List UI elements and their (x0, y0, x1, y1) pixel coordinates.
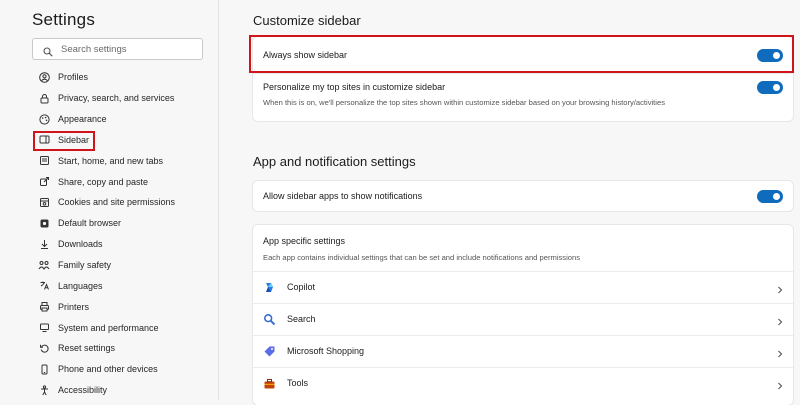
lock-icon (38, 92, 50, 104)
sidebar-item-label: Share, copy and paste (58, 176, 149, 187)
sidebar-item-sidebar[interactable]: Sidebar (33, 130, 219, 151)
app-row-search[interactable]: Search (253, 303, 793, 335)
sidebar-item-label: Privacy, search, and services (58, 93, 175, 104)
allow-notifications-row: Allow sidebar apps to show notifications (253, 181, 793, 211)
settings-nav: Profiles Privacy, search, and services A… (33, 67, 219, 401)
main-content: Customize sidebar Always show sidebar Pe… (220, 0, 800, 405)
sidebar-item-start-home[interactable]: Start, home, and new tabs (38, 150, 219, 171)
allow-notifications-toggle[interactable] (757, 190, 783, 203)
sidebar-item-downloads[interactable]: Downloads (38, 234, 219, 255)
app-specific-settings-card: App specific settings Each app contains … (253, 225, 793, 405)
sidebar-item-label: Accessibility (58, 385, 108, 396)
sidebar-item-label: Profiles (58, 72, 89, 83)
personalize-top-sites-description: When this is on, we'll personalize the t… (263, 98, 666, 107)
cookie-icon (38, 196, 50, 208)
sidebar-item-languages[interactable]: Languages (38, 275, 219, 296)
home-icon (38, 155, 50, 167)
sidebar-item-system[interactable]: System and performance (38, 317, 219, 338)
palette-icon (38, 113, 50, 125)
download-icon (38, 238, 50, 250)
family-icon (38, 259, 50, 271)
sidebar-item-label: Languages (58, 280, 103, 291)
sidebar-item-label: Cookies and site permissions (58, 197, 176, 208)
sidebar-item-appearance[interactable]: Appearance (38, 109, 219, 130)
app-name: Search (287, 314, 316, 324)
chevron-right-icon (775, 314, 785, 326)
app-row-copilot[interactable]: Copilot (253, 271, 793, 303)
highlight-box (33, 130, 95, 151)
settings-sidebar: Settings Search settings Profiles Privac… (0, 0, 219, 400)
search-icon (263, 313, 276, 326)
browser-icon (38, 217, 50, 229)
sidebar-item-default-browser[interactable]: Default browser (38, 213, 219, 234)
reset-icon (38, 342, 50, 354)
sidebar-item-privacy[interactable]: Privacy, search, and services (38, 88, 219, 109)
search-placeholder: Search settings (61, 43, 127, 55)
sidebar-item-printers[interactable]: Printers (38, 296, 219, 317)
sidebar-item-family-safety[interactable]: Family safety (38, 255, 219, 276)
personalize-top-sites-toggle[interactable] (757, 81, 783, 94)
search-icon (43, 44, 53, 57)
sidebar-item-phone[interactable]: Phone and other devices (38, 359, 219, 380)
sidebar-item-profiles[interactable]: Profiles (38, 67, 219, 88)
phone-icon (38, 363, 50, 375)
allow-notifications-card: Allow sidebar apps to show notifications (253, 181, 793, 211)
sidebar-item-label: Family safety (58, 260, 112, 271)
system-icon (38, 322, 50, 334)
app-specific-title: App specific settings (263, 236, 346, 246)
shopping-tag-icon (263, 345, 276, 358)
app-specific-description: Each app contains individual settings th… (263, 253, 581, 262)
profile-icon (38, 71, 50, 83)
customize-sidebar-heading: Customize sidebar (253, 13, 361, 28)
printer-icon (38, 301, 50, 313)
personalize-top-sites-label: Personalize my top sites in customize si… (263, 82, 446, 92)
accessibility-icon (38, 384, 50, 396)
sidebar-item-share[interactable]: Share, copy and paste (38, 171, 219, 192)
chevron-right-icon (775, 282, 785, 294)
settings-title: Settings (32, 10, 96, 29)
sidebar-item-label: Appearance (58, 114, 107, 125)
app-name: Copilot (287, 282, 316, 292)
copilot-icon (263, 281, 276, 294)
app-row-tools[interactable]: Tools (253, 367, 793, 399)
sidebar-item-label: Reset settings (58, 343, 116, 354)
app-notification-heading: App and notification settings (253, 154, 416, 169)
sidebar-item-label: Printers (58, 301, 90, 312)
sidebar-item-label: System and performance (58, 322, 159, 333)
allow-notifications-label: Allow sidebar apps to show notifications (263, 191, 423, 201)
personalize-top-sites-row: Personalize my top sites in customize si… (253, 73, 793, 121)
toolbox-icon (263, 377, 276, 390)
sidebar-item-label: Start, home, and new tabs (58, 155, 164, 166)
sidebar-item-accessibility[interactable]: Accessibility (38, 380, 219, 401)
share-icon (38, 176, 50, 188)
search-settings-input[interactable]: Search settings (32, 38, 203, 60)
app-row-microsoft-shopping[interactable]: Microsoft Shopping (253, 335, 793, 367)
sidebar-item-reset[interactable]: Reset settings (38, 338, 219, 359)
app-name: Tools (287, 378, 309, 388)
sidebar-item-label: Default browser (58, 218, 122, 229)
sidebar-item-cookies[interactable]: Cookies and site permissions (38, 192, 219, 213)
chevron-right-icon (775, 346, 785, 358)
chevron-right-icon (775, 378, 785, 390)
sidebar-item-label: Phone and other devices (58, 364, 158, 375)
highlight-box (249, 35, 794, 73)
app-name: Microsoft Shopping (287, 346, 365, 356)
language-icon (38, 280, 50, 292)
sidebar-item-label: Downloads (58, 239, 103, 250)
